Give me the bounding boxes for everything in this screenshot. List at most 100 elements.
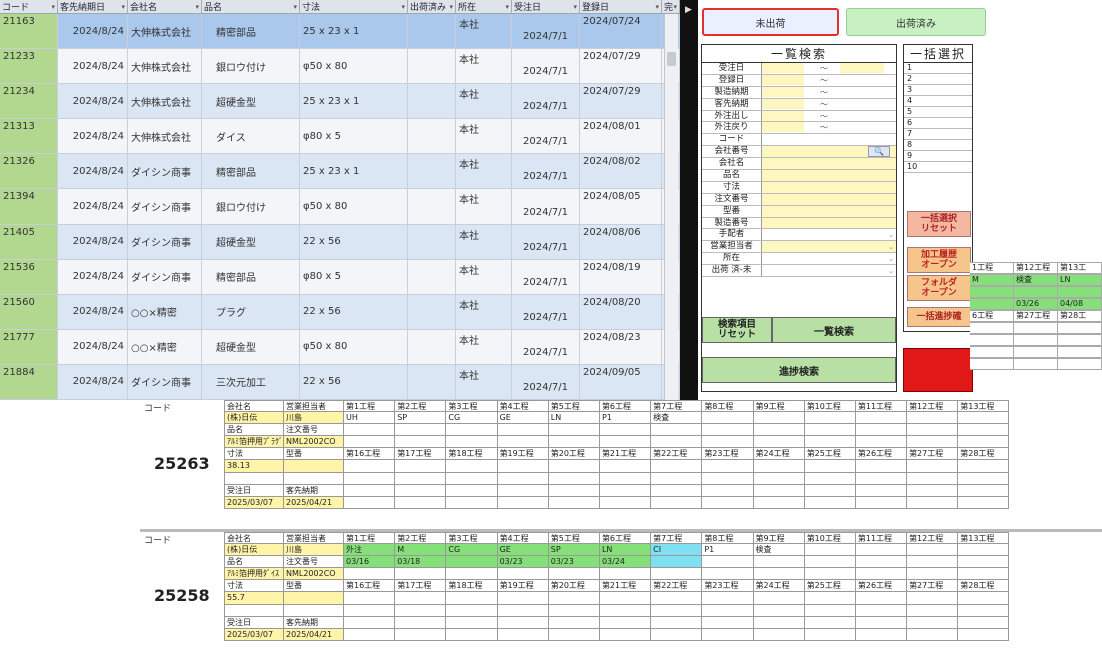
filter-dropdown-icon[interactable]: ▾ xyxy=(293,3,297,11)
column-header[interactable]: 出荷済み ▾ xyxy=(408,0,456,13)
search-field-row: 受注日 ～ xyxy=(702,63,896,75)
table-row[interactable]: 21777 2024/8/24 ○○×精密 超硬金型 φ50 x 80 本社 2024/7/… xyxy=(0,329,680,365)
search-field-input[interactable]: ⌄ xyxy=(762,265,896,276)
chevron-down-icon[interactable]: ⌄ xyxy=(888,231,894,239)
filter-dropdown-icon[interactable]: ▾ xyxy=(573,3,577,11)
progress-search-button[interactable]: 進捗検索 xyxy=(702,357,896,383)
chevron-down-icon[interactable]: ⌄ xyxy=(888,267,894,275)
table-row[interactable]: 21233 2024/8/24 大伸株式会社 銀ロウ付け φ50 x 80 本社 2024/… xyxy=(0,49,680,85)
process-row: 2025/03/07 2025/04/21 xyxy=(224,496,1010,509)
filter-dropdown-icon[interactable]: ▾ xyxy=(51,3,55,11)
filter-dropdown-icon[interactable]: ▾ xyxy=(655,3,659,11)
cell-code: 21777 xyxy=(0,329,58,364)
search-field-input[interactable] xyxy=(762,217,896,229)
search-field-input[interactable]: ～ xyxy=(762,74,896,86)
table-row[interactable]: 21560 2024/8/24 ○○×精密 プラグ 22 x 56 本社 2024/7/1 2… xyxy=(0,294,680,330)
overlay-cell xyxy=(1058,358,1102,370)
bulk-select-row[interactable]: 7 xyxy=(904,129,972,140)
step-empty xyxy=(446,616,498,629)
step-empty xyxy=(753,484,805,497)
step-empty xyxy=(548,568,600,581)
search-field-input[interactable] xyxy=(762,205,896,217)
bulk-select-row[interactable]: 9 xyxy=(904,151,972,162)
cell-company: 大伸株式会社 xyxy=(128,119,202,154)
alert-button[interactable] xyxy=(903,348,973,392)
process-block: コード 25263 会社名 営業担当者 第1工程 第2工程 第3工程 第4工程 第5工程 第6工程… xyxy=(140,400,1102,530)
folder-open-button[interactable]: フォルダ オープン xyxy=(907,275,971,301)
table-row[interactable]: 21884 2024/8/24 ダイシン商事 三次元加工 22 x 56 本社 2024/7… xyxy=(0,364,680,400)
filter-dropdown-icon[interactable]: ▾ xyxy=(449,3,453,11)
search-field-input[interactable]: ⌄ xyxy=(762,253,896,264)
step-header: 第23工程 xyxy=(702,580,754,593)
column-header[interactable]: 品名 ▾ xyxy=(202,0,300,13)
table-row[interactable]: 21405 2024/8/24 ダイシン商事 超硬金型 22 x 56 本社 2024/7/… xyxy=(0,224,680,260)
search-field-label: 注文番号 xyxy=(702,193,762,205)
step-header: 第9工程 xyxy=(753,532,805,545)
search-field-input[interactable]: ⌄ xyxy=(762,241,896,253)
search-field-row: 注文番号 xyxy=(702,193,896,206)
chevron-down-icon[interactable]: ⌄ xyxy=(888,255,894,263)
process-row: 受注日 客先納期 xyxy=(224,616,1010,629)
column-header[interactable]: コード ▾ xyxy=(0,0,58,13)
search-icon[interactable]: 🔍 xyxy=(868,146,890,158)
search-field-input[interactable] xyxy=(762,170,896,181)
column-header[interactable]: 登録日 ▾ xyxy=(580,0,662,13)
table-scrollbar[interactable] xyxy=(664,14,678,400)
step-empty xyxy=(958,484,1010,497)
search-field-input[interactable] xyxy=(762,181,896,193)
shipped-button[interactable]: 出荷済み xyxy=(846,8,986,36)
search-field-input[interactable] xyxy=(762,158,896,170)
table-row[interactable]: 21536 2024/8/24 ダイシン商事 精密部品 φ80 x 5 本社 2024/7/… xyxy=(0,259,680,295)
process-history-button[interactable]: 加工履歴 オープン xyxy=(907,247,971,273)
search-field-input[interactable]: ～ xyxy=(762,98,896,110)
cell-company: 大伸株式会社 xyxy=(128,14,202,49)
reset-search-button[interactable]: 検索項目 リセット xyxy=(702,317,772,343)
search-field-label: 品名 xyxy=(702,170,762,181)
bulk-select-row[interactable]: 4 xyxy=(904,96,972,107)
column-header[interactable]: 所在 ▾ xyxy=(456,0,512,13)
bulk-select-row[interactable]: 1 xyxy=(904,63,972,74)
bulk-select-row[interactable]: 5 xyxy=(904,107,972,118)
step-empty xyxy=(599,436,652,449)
column-header[interactable]: 受注日 ▾ xyxy=(512,0,580,13)
bulk-select-row[interactable]: 10 xyxy=(904,162,972,173)
search-field-input[interactable]: ～ xyxy=(762,122,896,133)
search-field-input[interactable]: 🔍 xyxy=(762,146,896,158)
scroll-thumb[interactable] xyxy=(667,52,676,66)
search-field-input[interactable]: ～ xyxy=(762,63,896,74)
unshipped-button[interactable]: 未出荷 xyxy=(702,8,839,36)
step-empty xyxy=(958,628,1010,641)
table-row[interactable]: 21313 2024/8/24 大伸株式会社 ダイス φ80 x 5 本社 2024/7/1… xyxy=(0,119,680,155)
expand-triangle-icon[interactable]: ▶ xyxy=(685,5,692,15)
step-empty xyxy=(804,484,856,497)
filter-dropdown-icon[interactable]: ▾ xyxy=(673,3,677,11)
chevron-down-icon[interactable]: ⌄ xyxy=(888,243,894,251)
filter-dropdown-icon[interactable]: ▾ xyxy=(401,3,405,11)
step-date xyxy=(753,424,805,437)
bulk-progress-button[interactable]: 一括進捗確 xyxy=(907,307,971,327)
bulk-select-row[interactable]: 6 xyxy=(904,118,972,129)
table-row[interactable]: 21326 2024/8/24 ダイシン商事 精密部品 25 x 23 x 1 本社 202… xyxy=(0,154,680,190)
bulk-select-row[interactable]: 8 xyxy=(904,140,972,151)
column-header[interactable]: 客先納期日 ▾ xyxy=(58,0,128,13)
filter-dropdown-icon[interactable]: ▾ xyxy=(505,3,509,11)
table-row[interactable]: 21234 2024/8/24 大伸株式会社 超硬金型 25 x 23 x 1 本社 202… xyxy=(0,84,680,120)
search-field-input[interactable]: ⌄ xyxy=(762,229,896,240)
filter-dropdown-icon[interactable]: ▾ xyxy=(121,3,125,11)
cell-size: φ50 x 80 xyxy=(300,189,408,224)
bulk-reset-button[interactable]: 一括選択 リセット xyxy=(907,211,971,237)
bulk-select-row[interactable]: 2 xyxy=(904,74,972,85)
table-row[interactable]: 21394 2024/8/24 ダイシン商事 銀ロウ付け φ50 x 80 本社 2024/… xyxy=(0,189,680,225)
list-search-button[interactable]: 一覧検索 xyxy=(772,317,896,343)
overlay-cell: 1工程 xyxy=(970,262,1014,274)
column-header[interactable]: 会社名 ▾ xyxy=(128,0,202,13)
search-field-input[interactable] xyxy=(762,193,896,205)
search-field-input[interactable]: ～ xyxy=(762,110,896,122)
table-row[interactable]: 21163 2024/8/24 大伸株式会社 精密部品 25 x 23 x 1 本社 202… xyxy=(0,14,680,50)
search-field-input[interactable]: ～ xyxy=(762,86,896,98)
filter-dropdown-icon[interactable]: ▾ xyxy=(195,3,199,11)
search-field-input[interactable] xyxy=(762,134,896,145)
bulk-select-row[interactable]: 3 xyxy=(904,85,972,96)
column-header[interactable]: 完 ▾ xyxy=(662,0,680,13)
column-header[interactable]: 寸法 ▾ xyxy=(300,0,408,13)
